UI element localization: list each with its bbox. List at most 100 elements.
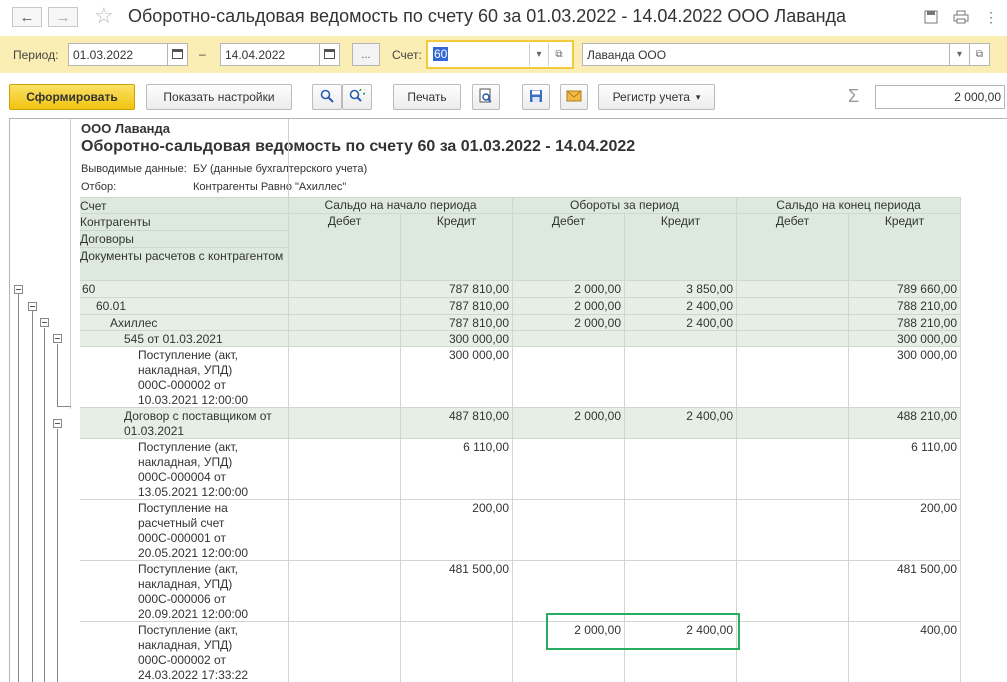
open-window-icon: ⧉ bbox=[975, 49, 984, 60]
report-row-contract-ob-dr[interactable] bbox=[289, 408, 401, 439]
report-row-contract-name[interactable]: 545 от 01.03.2021 bbox=[80, 331, 289, 347]
date-from-field[interactable]: 01.03.2022 bbox=[68, 43, 168, 66]
report-row-document-name[interactable]: Поступление (акт, накладная, УПД) 000С-0… bbox=[80, 622, 289, 682]
report-row-account-t-cr[interactable]: 3 850,00 bbox=[625, 281, 737, 298]
report-row-document-t-cr[interactable] bbox=[625, 439, 737, 500]
report-row-document-name[interactable]: Поступление (акт, накладная, УПД) 000С-0… bbox=[80, 347, 289, 408]
collapse-toggle-icon[interactable] bbox=[14, 285, 23, 294]
report-row-contractor-name[interactable]: Ахиллес bbox=[80, 315, 289, 331]
report-row-document-cb-dr[interactable] bbox=[737, 347, 849, 408]
collapse-toggle-icon[interactable] bbox=[53, 419, 62, 428]
save-icon[interactable] bbox=[922, 8, 940, 26]
report-row-contractor-cb-cr[interactable]: 788 210,00 bbox=[849, 315, 961, 331]
report-row-document-ob-cr[interactable]: 481 500,00 bbox=[401, 561, 513, 622]
report-row-contract-name[interactable]: Договор с поставщиком от 01.03.2021 bbox=[80, 408, 289, 439]
calendar-from-button[interactable] bbox=[168, 43, 188, 66]
report-row-contract-t-dr[interactable] bbox=[513, 331, 625, 347]
organization-dropdown-button[interactable]: ▾ bbox=[950, 43, 970, 66]
report-row-contractor-ob-cr[interactable]: 787 810,00 bbox=[401, 315, 513, 331]
report-row-document-cb-cr[interactable]: 300 000,00 bbox=[849, 347, 961, 408]
report-row-contract-ob-cr[interactable]: 300 000,00 bbox=[401, 331, 513, 347]
collapse-toggle-icon[interactable] bbox=[28, 302, 37, 311]
save-report-button[interactable] bbox=[522, 84, 550, 110]
account-open-button[interactable]: ⧉ bbox=[549, 43, 569, 66]
report-row-account-ob-dr[interactable] bbox=[289, 281, 401, 298]
forward-button[interactable]: → bbox=[48, 7, 78, 27]
report-row-document-cb-dr[interactable] bbox=[737, 439, 849, 500]
print-icon[interactable] bbox=[952, 8, 970, 26]
report-title: Оборотно-сальдовая ведомость по счету 60… bbox=[81, 138, 636, 155]
report-row-document-t-cr[interactable] bbox=[625, 500, 737, 561]
report-row-document-ob-dr[interactable] bbox=[289, 347, 401, 408]
print-preview-button[interactable] bbox=[472, 84, 500, 110]
report-row-contract-ob-cr[interactable]: 487 810,00 bbox=[401, 408, 513, 439]
back-button[interactable]: ← bbox=[12, 7, 42, 27]
report-row-document-ob-cr[interactable]: 300 000,00 bbox=[401, 347, 513, 408]
report-row-document-ob-cr[interactable]: 200,00 bbox=[401, 500, 513, 561]
report-row-account-ob-cr[interactable]: 787 810,00 bbox=[401, 281, 513, 298]
report-row-account-cb-cr[interactable]: 789 660,00 bbox=[849, 281, 961, 298]
period-select-button[interactable]: ... bbox=[352, 43, 380, 66]
report-row-subaccount-ob-dr[interactable] bbox=[289, 298, 401, 315]
report-row-document-t-cr[interactable] bbox=[625, 347, 737, 408]
report-row-document-ob-dr[interactable] bbox=[289, 500, 401, 561]
print-button[interactable]: Печать bbox=[393, 84, 461, 110]
report-spreadsheet[interactable]: ООО Лаванда Оборотно-сальдовая ведомость… bbox=[9, 118, 1007, 682]
report-row-document-name[interactable]: Поступление (акт, накладная, УПД) 000С-0… bbox=[80, 439, 289, 500]
account-field[interactable]: 60 bbox=[429, 43, 529, 66]
collapse-toggle-icon[interactable] bbox=[40, 318, 49, 327]
report-row-document-t-dr[interactable] bbox=[513, 347, 625, 408]
send-email-button[interactable] bbox=[560, 84, 588, 110]
report-row-document-t-dr[interactable] bbox=[513, 439, 625, 500]
report-row-contract-t-cr[interactable] bbox=[625, 331, 737, 347]
star-icon[interactable]: ☆ bbox=[94, 3, 114, 29]
account-dropdown-button[interactable]: ▾ bbox=[529, 43, 549, 66]
report-row-document-ob-dr[interactable] bbox=[289, 439, 401, 500]
generate-report-button[interactable]: Сформировать bbox=[9, 84, 135, 110]
report-row-contract-cb-dr[interactable] bbox=[737, 331, 849, 347]
calendar-to-button[interactable] bbox=[320, 43, 340, 66]
report-row-subaccount-cb-cr[interactable]: 788 210,00 bbox=[849, 298, 961, 315]
report-row-document-ob-cr[interactable]: 6 110,00 bbox=[401, 439, 513, 500]
show-settings-button[interactable]: Показать настройки bbox=[146, 84, 292, 110]
report-row-subaccount-t-cr[interactable]: 2 400,00 bbox=[625, 298, 737, 315]
report-row-contract-cb-cr[interactable]: 300 000,00 bbox=[849, 331, 961, 347]
organization-field[interactable]: Лаванда ООО bbox=[582, 43, 950, 66]
report-row-subaccount-name[interactable]: 60.01 bbox=[80, 298, 289, 315]
report-row-subaccount-t-dr[interactable]: 2 000,00 bbox=[513, 298, 625, 315]
report-row-contractor-t-dr[interactable]: 2 000,00 bbox=[513, 315, 625, 331]
search-next-button[interactable] bbox=[342, 84, 372, 110]
report-row-subaccount-ob-cr[interactable]: 787 810,00 bbox=[401, 298, 513, 315]
report-row-document-name[interactable]: Поступление (акт, накладная, УПД) 000С-0… bbox=[80, 561, 289, 622]
report-row-contract-cb-dr[interactable] bbox=[737, 408, 849, 439]
report-row-account-t-dr[interactable]: 2 000,00 bbox=[513, 281, 625, 298]
report-row-contract-ob-dr[interactable] bbox=[289, 331, 401, 347]
report-row-contractor-cb-dr[interactable] bbox=[737, 315, 849, 331]
search-button[interactable] bbox=[312, 84, 342, 110]
report-row-contract-t-dr[interactable]: 2 000,00 bbox=[513, 408, 625, 439]
report-row-document-cb-dr[interactable] bbox=[737, 622, 849, 682]
collapse-toggle-icon[interactable] bbox=[53, 334, 62, 343]
report-row-document-cb-cr[interactable]: 481 500,00 bbox=[849, 561, 961, 622]
report-row-document-cb-cr[interactable]: 400,00 bbox=[849, 622, 961, 682]
report-row-document-t-dr[interactable] bbox=[513, 500, 625, 561]
report-row-document-name[interactable]: Поступление на расчетный счет 000С-00000… bbox=[80, 500, 289, 561]
more-menu-icon[interactable]: ⋮ bbox=[982, 8, 1000, 26]
report-row-document-cb-dr[interactable] bbox=[737, 561, 849, 622]
report-row-document-cb-dr[interactable] bbox=[737, 500, 849, 561]
report-row-contract-cb-cr[interactable]: 488 210,00 bbox=[849, 408, 961, 439]
report-row-document-ob-dr[interactable] bbox=[289, 622, 401, 682]
report-row-account-cb-dr[interactable] bbox=[737, 281, 849, 298]
report-row-document-ob-cr[interactable] bbox=[401, 622, 513, 682]
accounting-register-button[interactable]: Регистр учета ▾ bbox=[598, 84, 715, 110]
report-row-contractor-ob-dr[interactable] bbox=[289, 315, 401, 331]
report-row-contract-t-cr[interactable]: 2 400,00 bbox=[625, 408, 737, 439]
report-row-document-cb-cr[interactable]: 200,00 bbox=[849, 500, 961, 561]
report-row-contractor-t-cr[interactable]: 2 400,00 bbox=[625, 315, 737, 331]
report-row-document-ob-dr[interactable] bbox=[289, 561, 401, 622]
report-row-document-cb-cr[interactable]: 6 110,00 bbox=[849, 439, 961, 500]
report-row-subaccount-cb-dr[interactable] bbox=[737, 298, 849, 315]
organization-open-button[interactable]: ⧉ bbox=[970, 43, 990, 66]
report-row-account-name[interactable]: 60 bbox=[80, 281, 289, 298]
date-to-field[interactable]: 14.04.2022 bbox=[220, 43, 320, 66]
